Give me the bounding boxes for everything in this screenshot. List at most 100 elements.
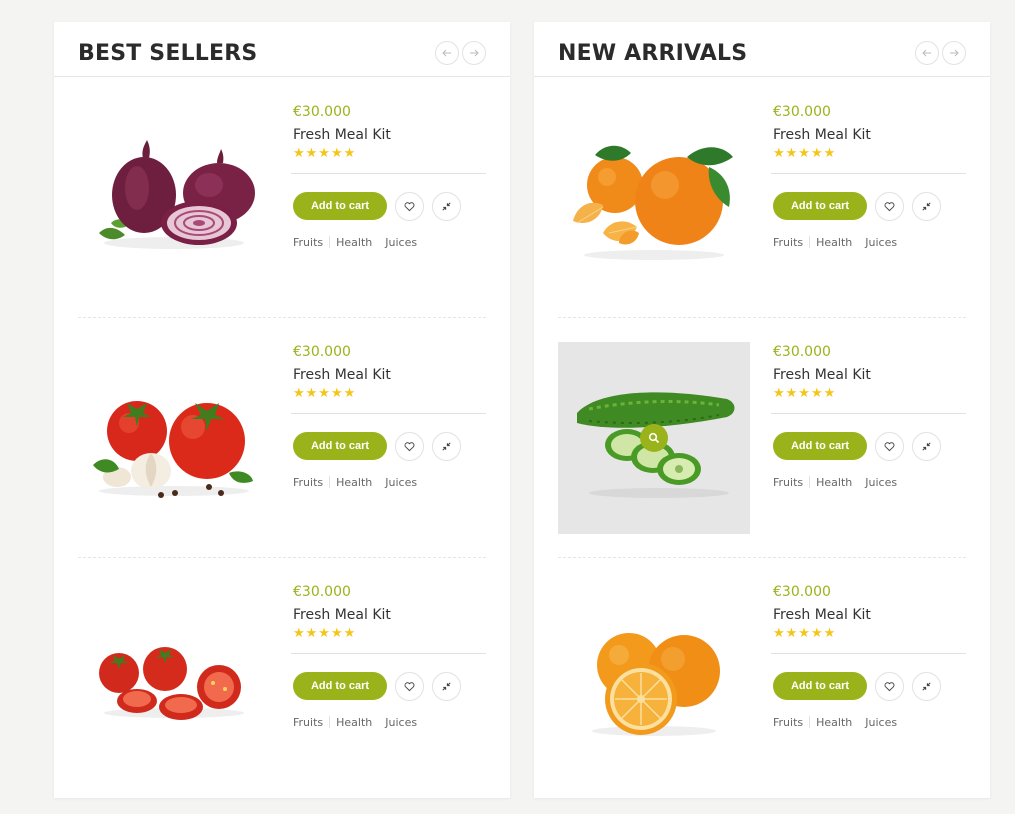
arrow-right-icon bbox=[948, 47, 960, 59]
tag-fruits[interactable]: Fruits bbox=[773, 716, 803, 729]
add-to-cart-button[interactable]: Add to cart bbox=[773, 672, 867, 700]
tag-health[interactable]: Health bbox=[336, 236, 372, 249]
add-to-cart-button[interactable]: Add to cart bbox=[293, 672, 387, 700]
add-to-cart-button[interactable]: Add to cart bbox=[773, 192, 867, 220]
arrow-right-icon bbox=[468, 47, 480, 59]
tag-divider bbox=[329, 236, 331, 248]
tag-health[interactable]: Health bbox=[816, 716, 852, 729]
best-sellers-panel: BEST SELLERS €30.000 Fresh Meal Kit ★★★★… bbox=[54, 22, 510, 798]
product-price: €30.000 bbox=[773, 104, 831, 120]
product-name[interactable]: Fresh Meal Kit bbox=[293, 125, 486, 145]
tag-juices[interactable]: Juices bbox=[385, 716, 417, 729]
wishlist-button[interactable] bbox=[875, 431, 904, 461]
product-image-cherry-tomatoes[interactable] bbox=[78, 582, 270, 774]
compare-button[interactable] bbox=[432, 191, 461, 221]
zoom-button[interactable] bbox=[640, 424, 668, 452]
divider bbox=[291, 173, 486, 174]
divider bbox=[771, 173, 966, 174]
product-tags: Fruits Health Juices bbox=[773, 474, 966, 490]
tag-divider bbox=[809, 236, 811, 248]
product-info: €30.000 Fresh Meal Kit ★★★★★ Add to cart… bbox=[291, 582, 486, 730]
panel-title: BEST SELLERS bbox=[78, 41, 258, 66]
tag-divider bbox=[329, 716, 331, 728]
product-name[interactable]: Fresh Meal Kit bbox=[773, 125, 966, 145]
star-rating: ★★★★★ bbox=[773, 626, 837, 641]
divider bbox=[291, 413, 486, 414]
compare-icon bbox=[441, 201, 452, 212]
star-rating: ★★★★★ bbox=[773, 146, 837, 161]
wishlist-button[interactable] bbox=[875, 671, 904, 701]
heart-icon bbox=[884, 201, 895, 212]
panel-title: NEW ARRIVALS bbox=[558, 41, 748, 66]
tag-divider bbox=[329, 476, 331, 488]
wishlist-button[interactable] bbox=[875, 191, 904, 221]
cherry-tomatoes-image bbox=[99, 647, 244, 720]
wishlist-button[interactable] bbox=[395, 671, 424, 701]
tomato-garlic-image bbox=[93, 401, 253, 498]
product-info: €30.000 Fresh Meal Kit ★★★★★ Add to cart… bbox=[771, 582, 966, 730]
product-price: €30.000 bbox=[293, 584, 351, 600]
add-to-cart-button[interactable]: Add to cart bbox=[293, 192, 387, 220]
compare-button[interactable] bbox=[432, 431, 461, 461]
product-info: €30.000 Fresh Meal Kit ★★★★★ Add to cart… bbox=[771, 342, 966, 490]
heart-icon bbox=[884, 681, 895, 692]
tag-fruits[interactable]: Fruits bbox=[293, 476, 323, 489]
compare-button[interactable] bbox=[912, 431, 941, 461]
wishlist-button[interactable] bbox=[395, 431, 424, 461]
tag-health[interactable]: Health bbox=[336, 716, 372, 729]
add-to-cart-button[interactable]: Add to cart bbox=[293, 432, 387, 460]
product-name[interactable]: Fresh Meal Kit bbox=[293, 365, 486, 385]
product-tags: Fruits Health Juices bbox=[293, 234, 486, 250]
divider bbox=[771, 653, 966, 654]
tag-juices[interactable]: Juices bbox=[865, 476, 897, 489]
compare-button[interactable] bbox=[912, 671, 941, 701]
product-tags: Fruits Health Juices bbox=[773, 714, 966, 730]
product-price: €30.000 bbox=[293, 344, 351, 360]
tag-health[interactable]: Health bbox=[816, 476, 852, 489]
divider bbox=[291, 653, 486, 654]
tag-juices[interactable]: Juices bbox=[385, 476, 417, 489]
product-image-tomato-garlic[interactable] bbox=[78, 342, 270, 534]
wishlist-button[interactable] bbox=[395, 191, 424, 221]
tag-fruits[interactable]: Fruits bbox=[293, 716, 323, 729]
product-name[interactable]: Fresh Meal Kit bbox=[293, 605, 486, 625]
tag-juices[interactable]: Juices bbox=[865, 236, 897, 249]
product-image-mandarins[interactable] bbox=[558, 102, 750, 294]
product-name[interactable]: Fresh Meal Kit bbox=[773, 365, 966, 385]
arrow-left-icon bbox=[921, 47, 933, 59]
product-price: €30.000 bbox=[773, 344, 831, 360]
product-price: €30.000 bbox=[773, 584, 831, 600]
add-to-cart-button[interactable]: Add to cart bbox=[773, 432, 867, 460]
tag-fruits[interactable]: Fruits bbox=[773, 476, 803, 489]
divider bbox=[771, 413, 966, 414]
tag-juices[interactable]: Juices bbox=[865, 716, 897, 729]
new-arrivals-panel: NEW ARRIVALS €30.000 Fresh Meal Kit ★★★★… bbox=[534, 22, 990, 798]
prev-arrow-button[interactable] bbox=[915, 41, 939, 65]
tag-fruits[interactable]: Fruits bbox=[293, 236, 323, 249]
mandarins-image bbox=[573, 145, 733, 260]
product-actions: Add to cart bbox=[773, 191, 966, 221]
heart-icon bbox=[884, 441, 895, 452]
prev-arrow-button[interactable] bbox=[435, 41, 459, 65]
next-arrow-button[interactable] bbox=[942, 41, 966, 65]
tag-divider bbox=[809, 476, 811, 488]
tag-juices[interactable]: Juices bbox=[385, 236, 417, 249]
product-image-red-onion[interactable] bbox=[78, 102, 270, 294]
tag-fruits[interactable]: Fruits bbox=[773, 236, 803, 249]
star-rating: ★★★★★ bbox=[293, 146, 357, 161]
arrow-left-icon bbox=[441, 47, 453, 59]
product-info: €30.000 Fresh Meal Kit ★★★★★ Add to cart… bbox=[771, 102, 966, 250]
compare-icon bbox=[921, 681, 932, 692]
compare-button[interactable] bbox=[912, 191, 941, 221]
product-image-bitter-gourd[interactable] bbox=[558, 342, 750, 534]
tag-health[interactable]: Health bbox=[336, 476, 372, 489]
star-rating: ★★★★★ bbox=[293, 626, 357, 641]
product-image-oranges[interactable] bbox=[558, 582, 750, 774]
next-arrow-button[interactable] bbox=[462, 41, 486, 65]
compare-button[interactable] bbox=[432, 671, 461, 701]
product-name[interactable]: Fresh Meal Kit bbox=[773, 605, 966, 625]
product-card: €30.000 Fresh Meal Kit ★★★★★ Add to cart… bbox=[78, 558, 486, 798]
star-rating: ★★★★★ bbox=[773, 386, 837, 401]
product-card: €30.000 Fresh Meal Kit ★★★★★ Add to cart… bbox=[78, 318, 486, 558]
tag-health[interactable]: Health bbox=[816, 236, 852, 249]
